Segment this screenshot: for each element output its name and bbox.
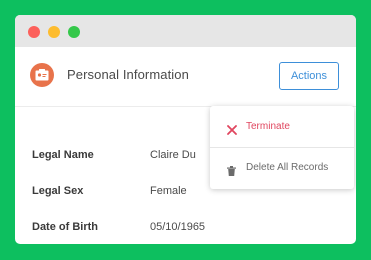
window-titlebar [15, 15, 356, 47]
field-value: 05/10/1965 [150, 221, 206, 233]
field-row-date-of-birth: Date of Birth 05/10/1965 [15, 221, 356, 241]
menu-item-terminate[interactable]: Terminate [210, 107, 354, 147]
field-value: Claire Du [150, 149, 196, 161]
app-window: Personal Information Actions Legal Name … [15, 15, 356, 244]
id-card-icon [30, 63, 54, 87]
menu-item-label: Terminate [246, 121, 290, 132]
minimize-window-button[interactable] [48, 26, 60, 38]
menu-item-label: Delete All Records [246, 162, 329, 173]
maximize-window-button[interactable] [68, 26, 80, 38]
close-window-button[interactable] [28, 26, 40, 38]
trash-icon [227, 163, 236, 181]
actions-button[interactable]: Actions [279, 62, 339, 90]
actions-dropdown-menu: Terminate Delete All Records [210, 106, 354, 189]
close-icon [227, 122, 237, 140]
field-label: Legal Sex [32, 185, 84, 197]
field-label: Legal Name [32, 149, 94, 161]
card-header: Personal Information Actions [15, 47, 356, 107]
field-label: Date of Birth [32, 221, 98, 233]
card-title: Personal Information [67, 67, 189, 82]
menu-item-delete-all-records[interactable]: Delete All Records [210, 148, 354, 188]
